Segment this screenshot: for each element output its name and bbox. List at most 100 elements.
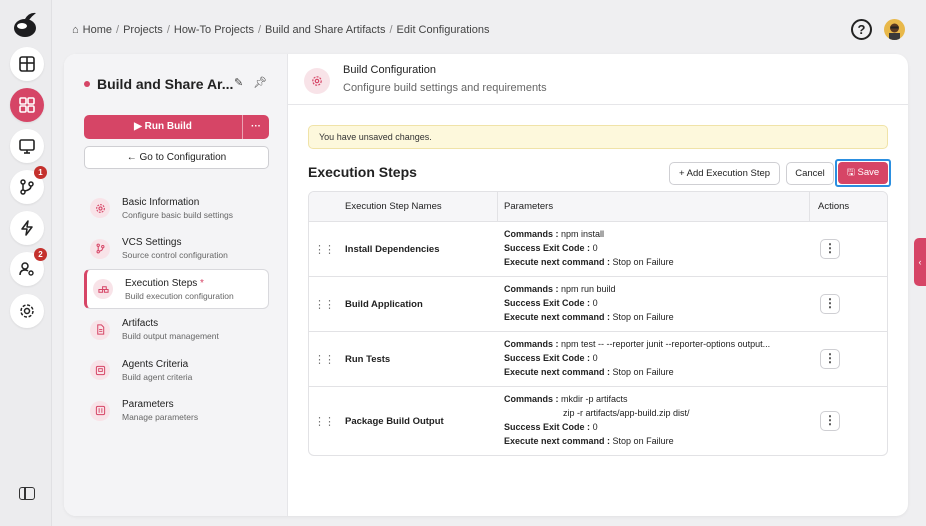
nav-item-title: Artifacts bbox=[122, 318, 159, 329]
save-button[interactable]: 🖫︎ Save bbox=[838, 162, 888, 184]
drag-handle-icon[interactable]: ⋮⋮ bbox=[309, 298, 339, 311]
monitor-icon[interactable] bbox=[10, 129, 44, 163]
drag-handle-icon[interactable]: ⋮⋮ bbox=[309, 243, 339, 256]
param-label: Commands : bbox=[504, 229, 559, 240]
param-value: npm run build bbox=[561, 284, 616, 295]
nav-item-basic-information[interactable]: Basic Information Configure basic build s… bbox=[84, 188, 269, 228]
cancel-button[interactable]: Cancel bbox=[786, 162, 834, 185]
config-nav: Basic Information Configure basic build s… bbox=[84, 188, 269, 431]
user-settings-icon[interactable]: 2 bbox=[10, 248, 47, 286]
step-parameters: Commands : npm run build Success Exit Co… bbox=[498, 283, 810, 324]
breadcrumb-separator: / bbox=[166, 24, 170, 36]
nav-item-title: Basic Information bbox=[122, 196, 200, 208]
nav-item-title: Agents Criteria bbox=[122, 358, 189, 370]
nav-item-execution-steps[interactable]: Execution Steps * Build execution configu… bbox=[84, 269, 269, 309]
param-value: npm test -- --reporter junit --reporter-… bbox=[561, 339, 771, 350]
run-options-button[interactable]: ··· bbox=[243, 115, 269, 139]
nav-item-subtitle: Build agent criteria bbox=[122, 371, 193, 382]
breadcrumb-build-and-share[interactable]: Build and Share Artifacts bbox=[265, 24, 385, 36]
column-header-parameters: Parameters bbox=[498, 192, 810, 221]
drag-handle-icon[interactable]: ⋮⋮ bbox=[309, 415, 339, 428]
param-label: Success Exit Code : bbox=[504, 422, 591, 432]
run-build-button[interactable]: ▶ Run Build ··· bbox=[84, 115, 269, 139]
plus-icon: + bbox=[678, 168, 687, 179]
nav-item-subtitle: Manage parameters bbox=[122, 412, 199, 422]
run-build-text: Run Build bbox=[144, 121, 192, 132]
more-options-icon[interactable]: ⋮ bbox=[820, 294, 840, 314]
param-label: Execute next command : bbox=[504, 366, 611, 377]
collapse-panel-tab[interactable]: ‹ bbox=[914, 238, 926, 286]
param-value: zip -r artifacts/app-build.zip dist/ bbox=[563, 408, 690, 419]
sidebar-toggle-icon[interactable] bbox=[19, 487, 35, 500]
breadcrumb-projects[interactable]: Projects bbox=[123, 24, 163, 36]
run-build-label[interactable]: ▶ Run Build bbox=[84, 115, 243, 139]
nav-item-parameters[interactable]: Parameters Manage parameters bbox=[84, 391, 269, 431]
gear-icon[interactable] bbox=[10, 294, 44, 328]
settings-icon bbox=[304, 68, 330, 94]
file-icon bbox=[90, 319, 110, 340]
logo-icon[interactable] bbox=[11, 10, 41, 40]
help-icon[interactable]: ? bbox=[851, 19, 872, 40]
row-actions: ⋮ bbox=[810, 294, 887, 314]
breadcrumb-current: Edit Configurations bbox=[396, 24, 490, 36]
nav-item-artifacts[interactable]: Artifacts Build output management bbox=[84, 310, 269, 350]
go-to-configuration-button[interactable]: ← Go to Configuration bbox=[84, 146, 269, 169]
more-options-icon[interactable]: ⋮ bbox=[820, 239, 840, 259]
play-icon: ▶ bbox=[134, 121, 145, 132]
param-label: Execute next command : bbox=[504, 256, 611, 267]
save-button-focus-ring: 🖫︎ Save bbox=[835, 159, 891, 187]
row-actions: ⋮ bbox=[810, 411, 887, 431]
status-dot bbox=[84, 81, 90, 87]
execution-steps-table: Execution Step Names Parameters Actions … bbox=[308, 191, 888, 456]
param-value: Stop on Failure bbox=[612, 366, 674, 377]
param-value: Stop on Failure bbox=[612, 256, 674, 267]
step-name: Package Build Output bbox=[345, 415, 444, 427]
table-row: ⋮⋮ Build Application Commands : npm run … bbox=[309, 277, 887, 332]
main-card: Build and Share Ar... ✎ 📌︎ ▶ Run Build ·… bbox=[64, 54, 908, 516]
add-execution-step-button[interactable]: + Add Execution Step bbox=[669, 162, 780, 185]
project-actions: ✎ 📌︎ bbox=[234, 76, 267, 89]
git-branch-icon bbox=[90, 238, 110, 259]
table-row: ⋮⋮ Run Tests Commands : npm test -- --re… bbox=[309, 332, 887, 387]
drag-handle-icon[interactable]: ⋮⋮ bbox=[309, 353, 339, 366]
nav-item-agents-criteria[interactable]: Agents Criteria Build agent criteria bbox=[84, 350, 269, 390]
git-branch-icon[interactable]: 1 bbox=[10, 166, 47, 204]
param-value: 0 bbox=[592, 422, 598, 432]
pin-icon[interactable]: 📌︎ bbox=[253, 76, 267, 89]
breadcrumb-how-to-projects[interactable]: How-To Projects bbox=[174, 24, 254, 36]
avatar[interactable] bbox=[884, 19, 905, 40]
lightning-icon[interactable] bbox=[10, 211, 44, 245]
param-label: Success Exit Code : bbox=[504, 243, 591, 254]
more-options-icon[interactable]: ⋮ bbox=[820, 349, 840, 369]
agent-icon bbox=[90, 360, 110, 380]
breadcrumb-home[interactable]: Home bbox=[83, 24, 112, 36]
nav-item-subtitle: Source control configuration bbox=[122, 250, 228, 260]
nav-item-subtitle: Build output management bbox=[122, 331, 219, 341]
nav-item-subtitle: Configure basic build settings bbox=[122, 209, 234, 220]
param-value: 0 bbox=[592, 243, 598, 254]
page-subtitle: Configure build settings and requirement… bbox=[343, 82, 547, 94]
add-execution-step-label: Add Execution Step bbox=[686, 168, 771, 179]
dashboard-icon[interactable] bbox=[10, 47, 44, 81]
param-label: Commands : bbox=[504, 339, 559, 350]
column-header-actions: Actions bbox=[818, 201, 850, 212]
save-icon: 🖫︎ bbox=[846, 167, 858, 178]
row-actions: ⋮ bbox=[810, 239, 887, 259]
nav-item-title: Parameters bbox=[122, 399, 174, 410]
param-value: Stop on Failure bbox=[612, 311, 674, 322]
breadcrumb-separator: / bbox=[116, 24, 120, 36]
row-actions: ⋮ bbox=[810, 349, 887, 369]
drag-column-header bbox=[309, 192, 339, 221]
step-name: Build Application bbox=[345, 298, 423, 310]
icon-rail: 1 2 bbox=[0, 0, 52, 526]
projects-grid-icon[interactable] bbox=[10, 88, 44, 122]
step-parameters: Commands : mkdir -p artifacts zip -r art… bbox=[498, 393, 810, 448]
page-title: Build Configuration bbox=[343, 64, 436, 76]
breadcrumb-separator: / bbox=[389, 24, 393, 36]
unsaved-changes-alert: You have unsaved changes. bbox=[308, 125, 888, 149]
nav-item-vcs-settings[interactable]: VCS Settings Source control configuration bbox=[84, 229, 269, 269]
table-row: ⋮⋮ Install Dependencies Commands : npm i… bbox=[309, 222, 887, 277]
more-options-icon[interactable]: ⋮ bbox=[820, 411, 840, 431]
edit-icon[interactable]: ✎ bbox=[234, 76, 243, 89]
home-icon[interactable]: ⌂ bbox=[72, 24, 79, 36]
